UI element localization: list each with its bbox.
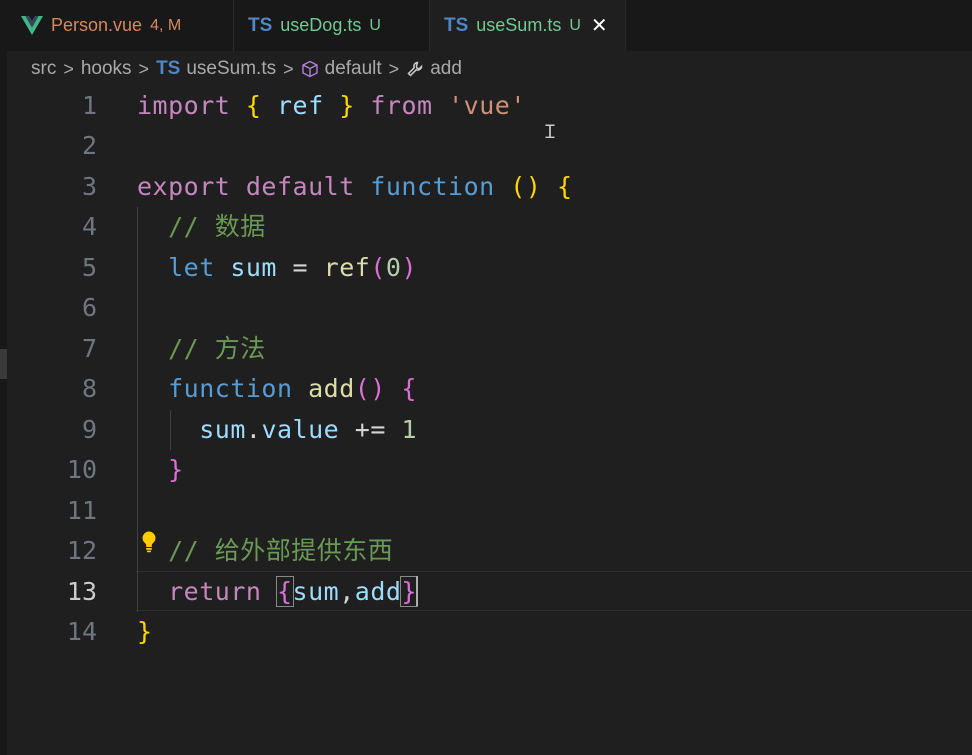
tab-usesum-ts[interactable]: TS useSum.ts U ✕ [430,0,626,51]
token-comment: // 方法 [168,334,266,363]
breadcrumb-item-add[interactable]: add [406,58,462,80]
token-number: 0 [385,253,402,282]
token-storage: function [168,374,293,403]
line-number[interactable]: 8 [0,369,97,409]
token-bracket: { [401,374,417,403]
wrench-icon [406,60,424,78]
tab-label: useDog.ts [280,15,362,35]
code-line-8[interactable]: function add() { [137,369,417,409]
token-punctuation: , [339,577,355,606]
typescript-icon: TS [444,14,469,36]
code-line-3[interactable]: export default function () { [137,167,573,207]
token-bracket: ( [370,253,386,282]
chevron-right-icon: > [138,58,150,79]
token-function: ref [323,253,371,282]
breadcrumb-label: useSum.ts [186,58,277,79]
code-line-9[interactable]: sum.value += 1 [137,410,417,450]
mouse-ibeam-icon: Ｉ [541,122,559,143]
breadcrumb-item-src[interactable]: src [31,58,56,80]
token-punctuation: . [245,415,262,444]
typescript-icon: TS [248,14,273,36]
breadcrumb: src > hooks > TS useSum.ts > default > a… [31,56,462,82]
tab-status: 4, M [150,16,182,34]
token-variable: ref [277,91,324,120]
tab-usedog-ts[interactable]: TS useDog.ts U [234,0,430,51]
code-line-5[interactable]: let sum = ref(0) [137,248,417,288]
close-icon[interactable]: ✕ [591,13,608,38]
code-line-7[interactable]: // 方法 [137,329,266,369]
code-line-4[interactable]: // 数据 [137,207,266,247]
editor-tab-bar: Person.vue 4, M TS useDog.ts U TS useSum… [7,0,972,51]
token-comment: // 数据 [168,212,266,241]
tab-status: U [369,16,381,34]
token-storage: function [370,172,495,201]
code-line-13[interactable]: return {sum,add} [137,572,418,612]
token-operator: = [292,253,309,282]
token-string: 'vue' [448,91,526,120]
code-line-1[interactable]: import { ref } from 'vue' [137,86,526,126]
breadcrumb-label: default [324,58,382,79]
line-number[interactable]: 9 [0,410,97,450]
token-variable: sum [292,577,340,606]
line-number[interactable]: 5 [0,248,97,288]
tab-person-vue[interactable]: Person.vue 4, M [7,0,234,51]
token-operator: += [354,415,386,444]
code-line-10[interactable]: } [137,450,184,490]
token-bracket: { [556,172,573,201]
token-bracket: ) [401,253,418,282]
token-property: value [261,415,340,444]
chevron-right-icon: > [388,58,400,79]
line-number[interactable]: 3 [0,167,97,207]
token-bracket: () [510,172,542,201]
token-bracket-matched: { [276,576,294,607]
token-number: 1 [401,415,417,444]
token-variable: add [354,577,402,606]
lightbulb-icon[interactable] [140,530,158,558]
breadcrumb-item-default[interactable]: default [301,58,382,80]
token-keyword: default [245,172,355,201]
line-number[interactable]: 4 [0,207,97,247]
token-bracket: { [245,91,262,120]
line-number[interactable]: 2 [0,126,97,166]
line-number-current[interactable]: 13 [0,572,97,612]
tab-label: useSum.ts [476,15,562,35]
token-keyword: export [137,172,231,201]
code-line-14[interactable]: } [137,612,153,652]
line-number[interactable]: 11 [0,491,97,531]
line-number[interactable]: 10 [0,450,97,490]
line-number[interactable]: 14 [0,612,97,652]
token-keyword: from [370,91,433,120]
token-storage: let [168,253,215,282]
breadcrumb-label: add [430,58,462,79]
line-number[interactable]: 12 [0,531,97,571]
token-keyword: import [137,91,231,120]
token-variable: sum [230,253,277,282]
chevron-right-icon: > [63,58,74,79]
tab-status: U [569,16,581,34]
vue-icon [21,16,43,35]
token-bracket: () [354,374,386,403]
token-bracket: } [168,455,184,484]
code-line-12[interactable]: // 给外部提供东西 [137,531,393,571]
typescript-icon: TS [156,58,181,79]
tab-label: Person.vue [51,15,143,35]
token-bracket-matched: } [400,576,418,607]
token-keyword: return [168,577,262,606]
line-number[interactable]: 6 [0,288,97,328]
text-cursor [416,576,418,606]
breadcrumb-item-file[interactable]: TS useSum.ts [156,58,276,80]
cube-icon [301,60,319,78]
token-bracket: } [137,617,153,646]
token-function: add [308,374,355,403]
token-bracket: } [339,91,355,120]
line-number[interactable]: 7 [0,329,97,369]
chevron-right-icon: > [283,58,294,79]
breadcrumb-item-hooks[interactable]: hooks [81,58,132,80]
token-variable: sum [199,415,246,444]
token-comment: // 给外部提供东西 [168,536,394,565]
line-number[interactable]: 1 [0,86,97,126]
